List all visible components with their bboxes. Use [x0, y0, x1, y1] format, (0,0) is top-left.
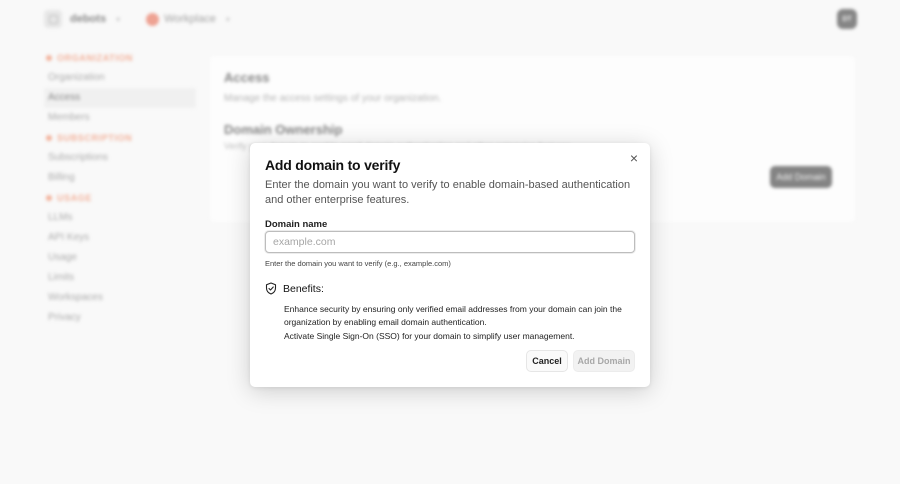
- add-domain-dialog: × Add domain to verify Enter the domain …: [250, 143, 650, 387]
- shield-check-icon: [265, 282, 277, 295]
- cancel-button[interactable]: Cancel: [526, 350, 568, 372]
- domain-name-hint: Enter the domain you want to verify (e.g…: [265, 259, 451, 268]
- list-item: Activate Single Sign-On (SSO) for your d…: [284, 331, 575, 341]
- domain-name-input[interactable]: [265, 231, 635, 253]
- benefits-header: Benefits:: [265, 282, 324, 295]
- list-item: Enhance security by ensuring only verifi…: [284, 304, 622, 327]
- dialog-description: Enter the domain you want to verify to e…: [265, 179, 631, 206]
- close-icon[interactable]: ×: [627, 151, 641, 165]
- add-domain-submit-button[interactable]: Add Domain: [573, 350, 635, 372]
- benefits-label: Benefits:: [283, 282, 324, 295]
- benefits-list: Enhance security by ensuring only verifi…: [284, 303, 634, 345]
- domain-name-label: Domain name: [265, 219, 328, 230]
- dialog-title: Add domain to verify: [265, 157, 401, 173]
